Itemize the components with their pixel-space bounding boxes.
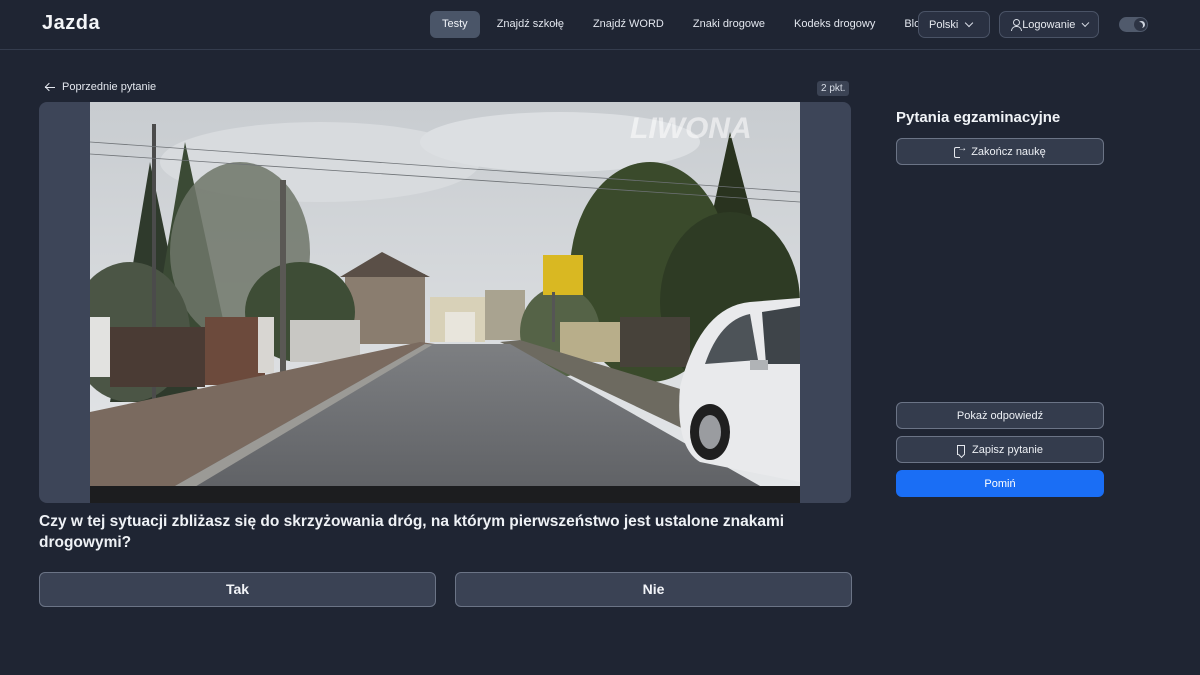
skip-button[interactable]: Pomiń: [896, 470, 1104, 497]
nav-traffic-code[interactable]: Kodeks drogowy: [782, 11, 887, 38]
chevron-down-icon: [965, 18, 974, 28]
moon-icon: [1136, 22, 1143, 29]
theme-toggle[interactable]: [1119, 17, 1148, 32]
question-text: Czy w tej sytuacji zbliżasz się do skrzy…: [39, 513, 785, 551]
theme-toggle-knob: [1134, 18, 1147, 31]
exit-icon: [954, 143, 967, 158]
login-label: Logowanie: [1022, 18, 1076, 31]
show-answer-button[interactable]: Pokaż odpowiedź: [896, 402, 1104, 429]
previous-question-link[interactable]: Poprzednie pytanie: [45, 81, 156, 93]
save-question-button[interactable]: Zapisz pytanie: [896, 436, 1104, 463]
show-answer-label: Pokaż odpowiedź: [956, 409, 1044, 422]
nav-road-signs[interactable]: Znaki drogowe: [681, 11, 777, 38]
nav-tests[interactable]: Testy: [430, 11, 480, 38]
nav-find-school[interactable]: Znajdź szkołę: [485, 11, 576, 38]
watermark-text: LIWONA: [630, 112, 752, 145]
top-navbar: Jazda Testy Znajdź szkołę Znajdź WORD Zn…: [0, 0, 1200, 50]
arrow-left-icon: [45, 83, 55, 91]
previous-question-label: Poprzednie pytanie: [62, 81, 157, 93]
language-label: Polski: [929, 18, 959, 31]
question-image: LIWONA: [90, 102, 800, 503]
end-learning-label: Zakończ naukę: [971, 145, 1046, 158]
chevron-down-icon: [1081, 19, 1090, 27]
answer-no-button[interactable]: Nie: [455, 572, 852, 607]
main-nav: Testy Znajdź szkołę Znajdź WORD Znaki dr…: [430, 11, 943, 38]
logo-text: Jazda: [42, 12, 101, 34]
question-media-frame: LIWONA: [39, 102, 851, 503]
language-select[interactable]: Polski: [918, 11, 990, 38]
user-icon: [1010, 19, 1022, 31]
bookmark-icon: [957, 444, 966, 455]
site-logo[interactable]: Jazda: [42, 12, 100, 35]
end-learning-button[interactable]: Zakończ naukę: [896, 138, 1104, 165]
save-question-label: Zapisz pytanie: [972, 443, 1043, 456]
skip-label: Pomiń: [984, 477, 1016, 490]
sidebar-title: Pytania egzaminacyjne: [896, 109, 1061, 126]
login-dropdown[interactable]: Logowanie: [999, 11, 1099, 38]
nav-find-word[interactable]: Znajdź WORD: [581, 11, 676, 38]
answer-yes-button[interactable]: Tak: [39, 572, 436, 607]
points-badge: 2 pkt.: [817, 81, 850, 96]
